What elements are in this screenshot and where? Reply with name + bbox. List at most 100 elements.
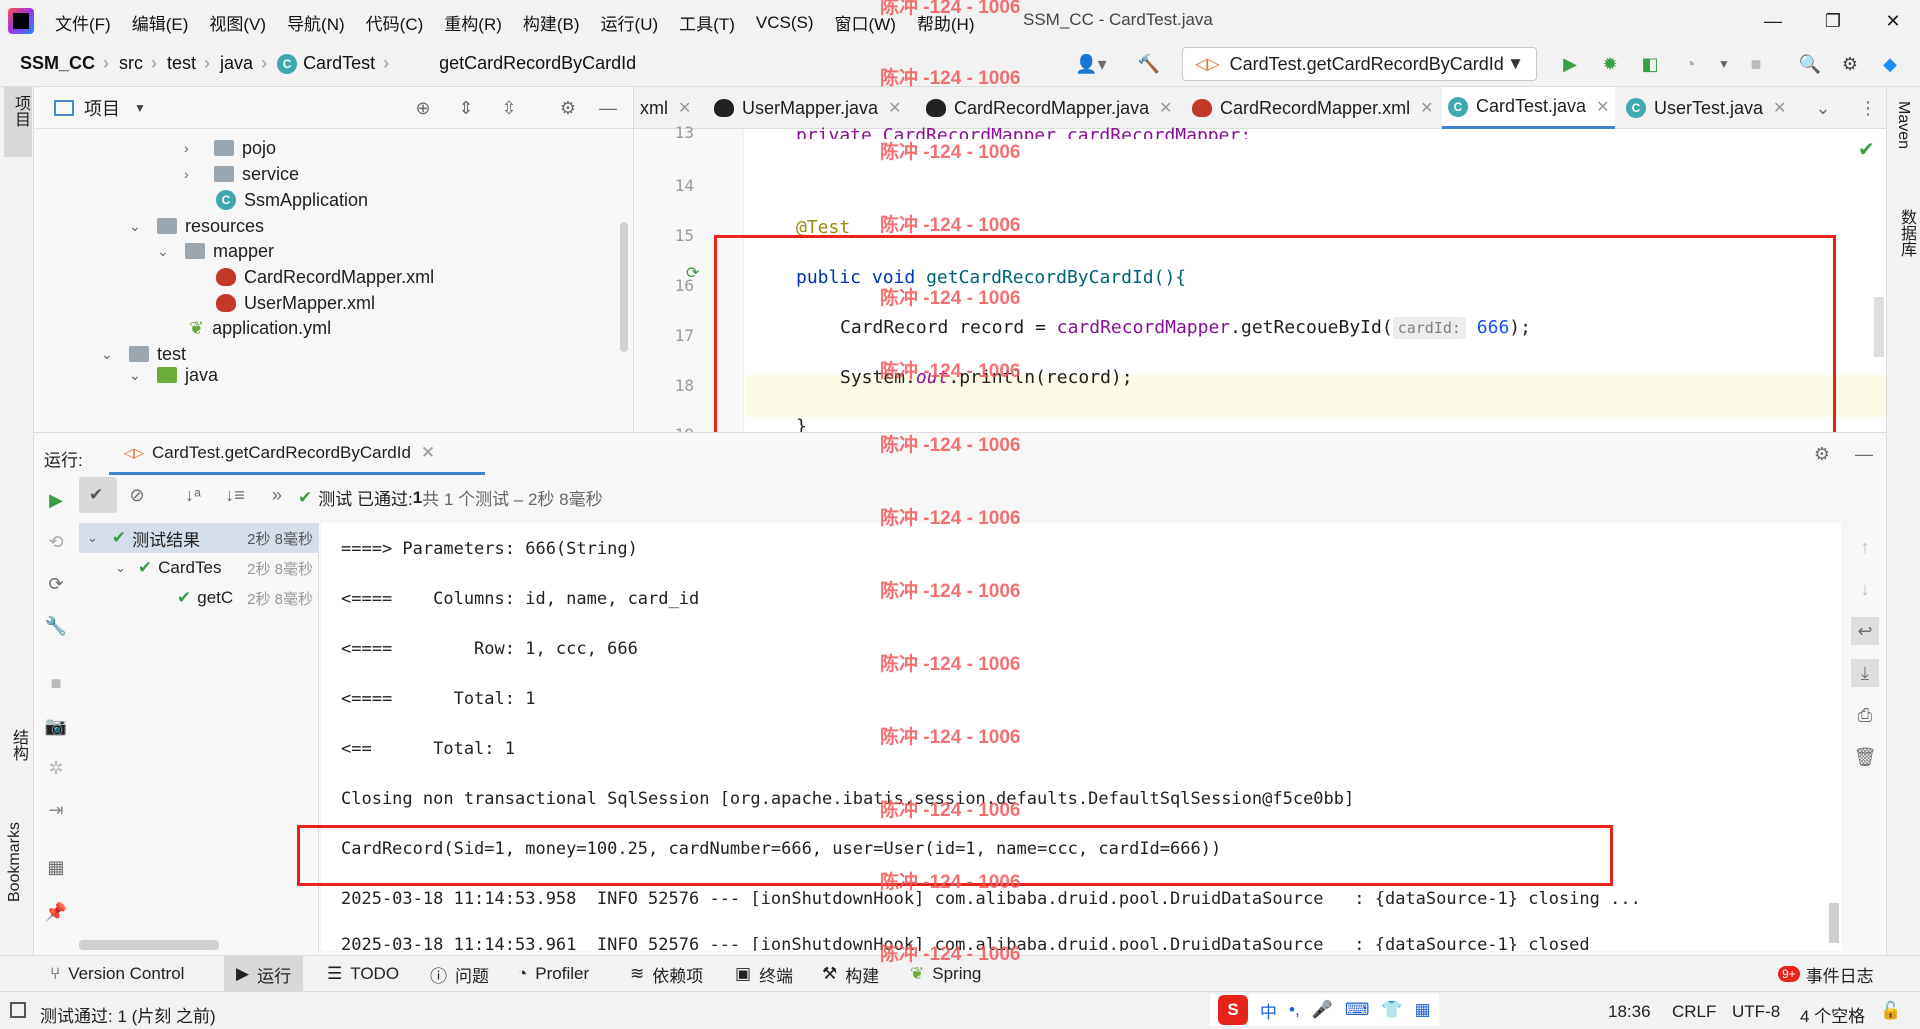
close-window-button[interactable]: ✕ bbox=[1875, 6, 1911, 36]
run-config-select[interactable]: ◁▷ CardTest.getCardRecordByCardId ▼ bbox=[1182, 47, 1537, 81]
breadcrumb-src[interactable]: src bbox=[119, 53, 143, 74]
profiler-button[interactable]: ◔ Profiler bbox=[517, 956, 589, 992]
toggle-auto-test-icon[interactable]: ⟳ bbox=[42, 570, 70, 598]
debug-icon[interactable]: ✹ bbox=[1596, 50, 1624, 78]
intellij-logo-icon[interactable] bbox=[8, 8, 34, 34]
indent-setting[interactable]: 4 个空格 bbox=[1800, 1002, 1865, 1027]
menu-vcs[interactable]: VCS(S) bbox=[756, 13, 814, 33]
trash-icon[interactable]: 🗑 bbox=[1851, 743, 1879, 771]
scrollbar[interactable] bbox=[620, 222, 628, 352]
minimize-button[interactable]: — bbox=[1755, 6, 1791, 36]
rerun-failed-icon[interactable]: ⟲ bbox=[42, 528, 70, 556]
run-test-gutter-icon[interactable]: ⟳ bbox=[686, 263, 699, 283]
tree-item-test-results[interactable]: ⌄ ✔ 测试结果 2秒 8毫秒 bbox=[79, 523, 319, 553]
tab-cardtest-java[interactable]: C CardTest.java ✕ bbox=[1442, 87, 1616, 129]
chevron-down-icon[interactable]: ▼ bbox=[134, 101, 146, 115]
plugin-icon[interactable]: ◆ bbox=[1876, 50, 1904, 78]
show-passed-button[interactable]: ✔ bbox=[79, 477, 117, 513]
close-icon[interactable]: ✕ bbox=[678, 98, 691, 118]
show-ignored-icon[interactable]: ⊘ bbox=[123, 481, 151, 509]
locate-icon[interactable]: ⊕ bbox=[409, 94, 437, 122]
soft-wrap-icon[interactable]: ↩ bbox=[1851, 617, 1879, 645]
run-tool-button[interactable]: ▶ 运行 bbox=[224, 956, 304, 992]
dependencies-button[interactable]: ≋ 依赖项 bbox=[630, 956, 703, 992]
bookmarks-tool-button[interactable]: Bookmarks bbox=[6, 822, 24, 902]
close-icon[interactable]: ✕ bbox=[888, 98, 901, 118]
event-log-button[interactable]: 9+ 事件日志 bbox=[1778, 956, 1874, 992]
chevron-down-icon[interactable]: ⌄ bbox=[1809, 94, 1837, 122]
stop-icon[interactable]: ■ bbox=[1742, 50, 1770, 78]
camera-icon[interactable]: 📷 bbox=[42, 712, 70, 740]
cursor-position[interactable]: 18:36 bbox=[1608, 1002, 1651, 1022]
breadcrumb-class[interactable]: CardTest bbox=[303, 53, 375, 74]
tab-usermapper-java[interactable]: UserMapper.java ✕ bbox=[708, 87, 907, 129]
sort-alpha-icon[interactable]: ↓ᵃ bbox=[179, 481, 207, 509]
tree-item-cardtest[interactable]: ⌄ ✔ CardTes 2秒 8毫秒 bbox=[79, 553, 319, 583]
gear-icon[interactable]: ⚙ bbox=[1836, 50, 1864, 78]
collapse-all-icon[interactable]: ⇳ bbox=[495, 94, 523, 122]
hide-icon[interactable]: — bbox=[594, 94, 622, 122]
rerun-icon[interactable]: ▶ bbox=[42, 486, 70, 514]
coverage-icon[interactable]: ◧ bbox=[1636, 50, 1664, 78]
code-line-13[interactable]: private CardRecordMapper cardRecordMappe… bbox=[796, 125, 1251, 139]
run-icon[interactable]: ▶ bbox=[1556, 50, 1584, 78]
line-separator[interactable]: CRLF bbox=[1672, 1002, 1716, 1022]
file-encoding[interactable]: UTF-8 bbox=[1732, 1002, 1780, 1022]
maven-tool-button[interactable]: Maven bbox=[1894, 101, 1912, 149]
menu-view[interactable]: 视图(V) bbox=[209, 10, 266, 35]
breadcrumb-java[interactable]: java bbox=[220, 53, 253, 74]
close-icon[interactable]: ✕ bbox=[1596, 97, 1609, 117]
lock-icon[interactable]: 🔓 bbox=[1880, 1001, 1901, 1021]
tree-item-getcard[interactable]: ✔ getC 2秒 8毫秒 bbox=[79, 583, 319, 613]
tab-usertest-java[interactable]: C UserTest.java ✕ bbox=[1620, 87, 1792, 129]
hammer-icon[interactable]: 🔨 bbox=[1135, 50, 1163, 78]
user-icon[interactable]: 👤▾ bbox=[1070, 50, 1112, 78]
menu-navigate[interactable]: 导航(N) bbox=[287, 10, 345, 35]
database-tool-button[interactable]: 数据库 bbox=[1894, 209, 1918, 257]
scrollbar[interactable] bbox=[1829, 903, 1839, 943]
more-run-icon[interactable]: ▼ bbox=[1710, 50, 1738, 78]
pin-icon[interactable]: 📌 bbox=[42, 898, 70, 926]
tab-cardrecordmapper-java[interactable]: CardRecordMapper.java ✕ bbox=[920, 87, 1179, 129]
breadcrumb-method[interactable]: getCardRecordByCardId bbox=[439, 53, 636, 74]
layout-icon[interactable]: ▦ bbox=[42, 853, 70, 881]
print-icon[interactable]: ⎙ bbox=[1851, 701, 1879, 729]
console-output[interactable]: ====> Parameters: 666(String) <==== Colu… bbox=[321, 523, 1841, 951]
sort-duration-icon[interactable]: ↓≡ bbox=[221, 481, 249, 509]
close-icon[interactable]: ✕ bbox=[1420, 98, 1433, 118]
expand-all-icon[interactable]: ⇕ bbox=[452, 94, 480, 122]
menu-edit[interactable]: 编辑(E) bbox=[132, 10, 189, 35]
problems-button[interactable]: ⓘ 问题 bbox=[430, 956, 489, 992]
menu-refactor[interactable]: 重构(R) bbox=[444, 10, 502, 35]
project-title[interactable]: 项目 bbox=[84, 95, 120, 121]
close-icon[interactable]: ✕ bbox=[1159, 98, 1172, 118]
toggle-tool-windows-icon[interactable] bbox=[10, 1002, 26, 1018]
terminal-button[interactable]: ▣ 终端 bbox=[735, 956, 793, 992]
menu-file[interactable]: 文件(F) bbox=[55, 10, 111, 35]
run-tab[interactable]: ◁▷ CardTest.getCardRecordByCardId ✕ bbox=[109, 433, 485, 475]
ime-toolbar[interactable]: S 中 •, 🎤 ⌨ 👕 ▦ bbox=[1210, 994, 1439, 1026]
hide-icon[interactable]: — bbox=[1850, 440, 1878, 468]
breadcrumb-test[interactable]: test bbox=[167, 53, 196, 74]
settings-icon[interactable]: ✲ bbox=[42, 754, 70, 782]
menu-code[interactable]: 代码(C) bbox=[366, 10, 424, 35]
structure-tool-button[interactable]: 结构 bbox=[6, 729, 30, 761]
stop-icon[interactable]: ■ bbox=[42, 669, 70, 697]
scrollbar[interactable] bbox=[1874, 297, 1884, 357]
close-icon[interactable]: ✕ bbox=[421, 443, 435, 463]
profile-icon[interactable]: ◔ bbox=[1676, 50, 1704, 78]
scroll-to-end-icon[interactable]: ⤓ bbox=[1851, 659, 1879, 687]
more-icon[interactable]: » bbox=[263, 481, 291, 509]
wrench-icon[interactable]: 🔧 bbox=[42, 612, 70, 640]
todo-button[interactable]: ☰ TODO bbox=[327, 956, 399, 992]
down-arrow-icon[interactable]: ↓ bbox=[1851, 575, 1879, 603]
build-button[interactable]: ⚒ 构建 bbox=[822, 956, 879, 992]
maximize-button[interactable]: ❐ bbox=[1815, 6, 1851, 36]
close-icon[interactable]: ✕ bbox=[1773, 98, 1786, 118]
menu-run[interactable]: 运行(U) bbox=[601, 10, 659, 35]
up-arrow-icon[interactable]: ↑ bbox=[1851, 533, 1879, 561]
tab-cardrecordmapper-xml[interactable]: CardRecordMapper.xml ✕ bbox=[1186, 87, 1439, 129]
scrollbar[interactable] bbox=[79, 940, 219, 950]
breadcrumb-project[interactable]: SSM_CC bbox=[20, 53, 95, 74]
gear-icon[interactable]: ⚙ bbox=[1808, 440, 1836, 468]
